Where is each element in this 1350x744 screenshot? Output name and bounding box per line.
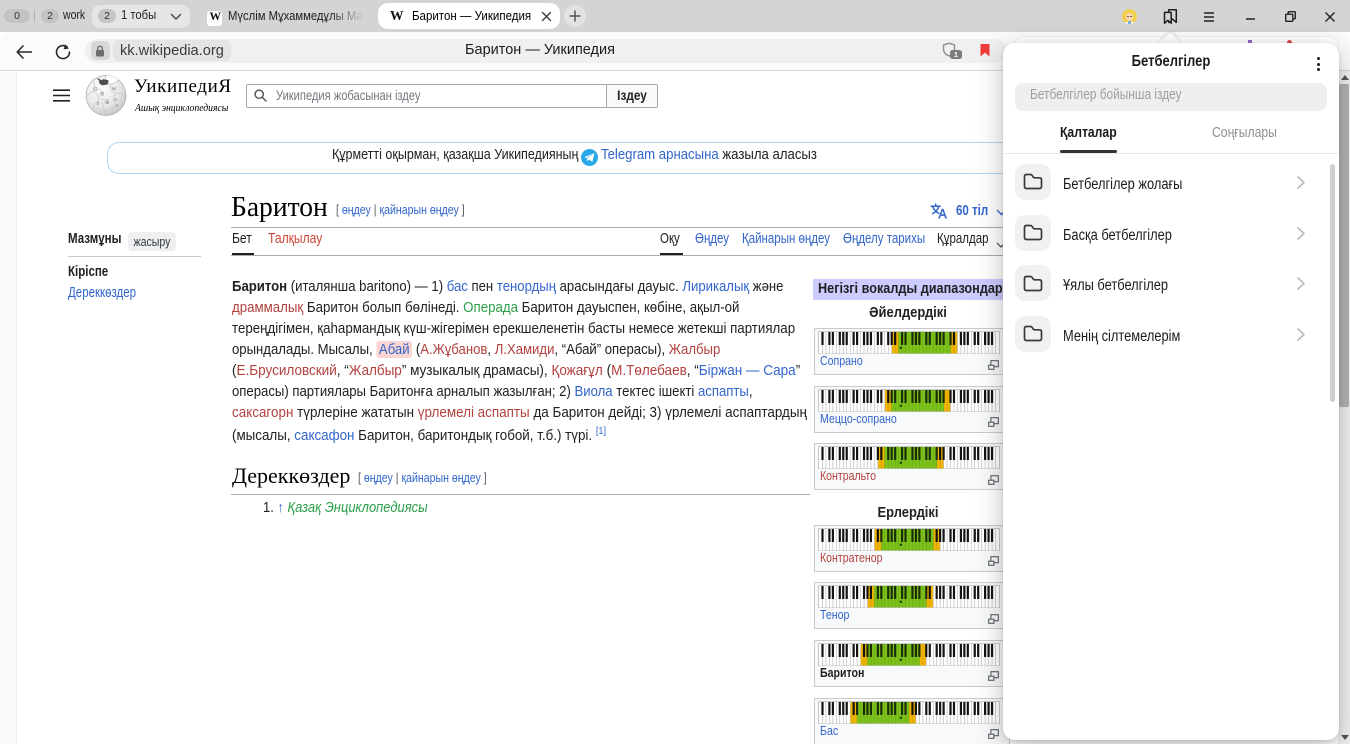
svg-text:ш: ш	[114, 97, 118, 102]
svg-text:Ф: Ф	[105, 100, 110, 106]
svg-text:И: И	[100, 92, 104, 98]
svg-text:Ω: Ω	[94, 87, 98, 93]
svg-text:д: д	[116, 102, 118, 107]
svg-text:Е: Е	[97, 101, 100, 106]
svg-text:W: W	[112, 87, 118, 93]
